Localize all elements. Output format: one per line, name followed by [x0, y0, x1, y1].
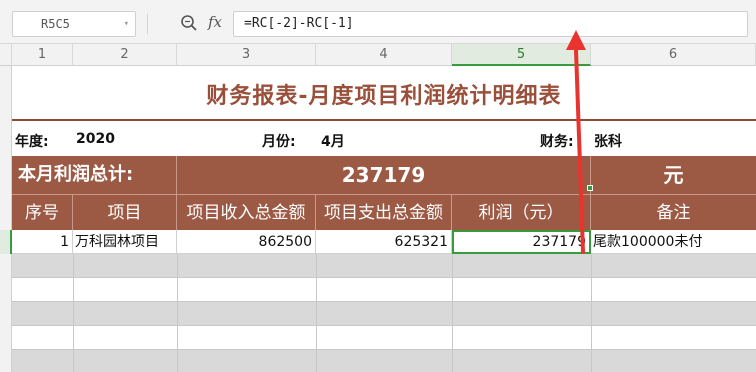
table-row: 1 万科园林项目 862500 625321 237179 尾款100000未付	[12, 230, 756, 254]
corner-select-all[interactable]	[0, 44, 12, 66]
cell-profit-selected[interactable]: 237179	[452, 230, 591, 254]
header-note[interactable]: 备注	[591, 195, 756, 231]
total-row: 本月利润总计: 237179 元	[12, 156, 756, 194]
finance-value: 张科	[594, 134, 622, 150]
formula-bar-divider	[147, 14, 148, 34]
header-expense[interactable]: 项目支出总金额	[316, 195, 452, 231]
table-header-row: 序号 项目 项目收入总金额 项目支出总金额 利润（元） 备注	[12, 194, 756, 231]
grid-line	[177, 254, 178, 372]
finance-label: 财务:	[540, 134, 574, 150]
empty-row[interactable]	[12, 254, 756, 278]
header-income[interactable]: 项目收入总金额	[177, 195, 316, 231]
row-header-active[interactable]	[0, 230, 12, 254]
total-label[interactable]: 本月利润总计:	[12, 156, 177, 194]
fill-handle[interactable]	[587, 185, 593, 191]
info-row[interactable]: 年度: 2020 月份: 4月 财务: 张科	[12, 123, 756, 156]
grid-line	[73, 254, 74, 372]
total-unit[interactable]: 元	[591, 156, 756, 194]
cell-project[interactable]: 万科园林项目	[73, 230, 177, 254]
header-no[interactable]: 序号	[12, 195, 73, 231]
month-label: 月份:	[262, 134, 296, 150]
name-box-value: R5C5	[41, 17, 70, 31]
grid-line	[591, 254, 592, 372]
empty-row[interactable]	[12, 278, 756, 302]
cell-note[interactable]: 尾款100000未付	[591, 230, 756, 254]
row-headers-lower[interactable]	[0, 254, 12, 372]
column-headers: 1 2 3 4 5 6	[0, 44, 756, 66]
zoom-icon[interactable]	[180, 14, 198, 32]
column-header-1[interactable]: 1	[12, 44, 73, 66]
column-header-5[interactable]: 5	[452, 44, 591, 66]
formula-bar: R5C5 ▾ fx =RC[-2]-RC[-1]	[0, 0, 756, 44]
cell-expense[interactable]: 625321	[316, 230, 452, 254]
total-value[interactable]: 237179	[177, 156, 591, 194]
name-box[interactable]: R5C5 ▾	[12, 11, 136, 37]
report-title: 财务报表-月度项目利润统计明细表	[206, 84, 562, 109]
column-header-2[interactable]: 2	[73, 44, 177, 66]
header-project[interactable]: 项目	[73, 195, 177, 231]
column-header-6[interactable]: 6	[591, 44, 756, 66]
row-headers[interactable]	[0, 66, 12, 230]
column-header-3[interactable]: 3	[177, 44, 316, 66]
year-label: 年度:	[15, 134, 49, 150]
month-value: 4月	[321, 134, 345, 150]
year-value: 2020	[76, 131, 115, 147]
header-profit[interactable]: 利润（元）	[452, 195, 591, 231]
chevron-down-icon[interactable]: ▾	[124, 12, 129, 36]
grid-line	[316, 254, 317, 372]
grid-line	[452, 254, 453, 372]
report-title-cell[interactable]: 财务报表-月度项目利润统计明细表	[12, 66, 756, 121]
cell-no[interactable]: 1	[12, 230, 73, 254]
fx-icon[interactable]: fx	[208, 13, 222, 31]
empty-row[interactable]	[12, 350, 756, 372]
cell-income[interactable]: 862500	[177, 230, 316, 254]
column-header-4[interactable]: 4	[316, 44, 452, 66]
empty-row[interactable]	[12, 326, 756, 350]
formula-input[interactable]: =RC[-2]-RC[-1]	[233, 11, 748, 37]
worksheet-grid[interactable]: 财务报表-月度项目利润统计明细表 年度: 2020 月份: 4月 财务: 张科 …	[0, 66, 756, 372]
empty-row[interactable]	[12, 302, 756, 326]
